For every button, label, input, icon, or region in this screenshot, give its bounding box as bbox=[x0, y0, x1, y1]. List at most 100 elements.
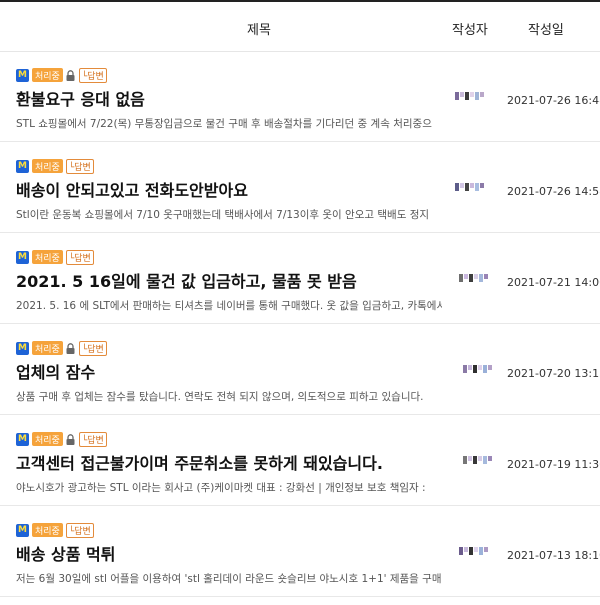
qa-board: 제목 작성자 작성일 M 처리중 └답변 환불요구 응대 없음 STL 쇼핑몰에… bbox=[0, 0, 600, 605]
mosaic-cell bbox=[475, 92, 479, 100]
mosaic-cell bbox=[484, 547, 488, 552]
reply-badge: └답변 bbox=[65, 522, 94, 538]
mosaic-cell bbox=[463, 456, 467, 464]
post-title[interactable]: 고객센터 접근불가이며 주문취소를 못하게 돼있습니다. bbox=[16, 450, 383, 474]
author-mosaic bbox=[455, 183, 487, 191]
author-mosaic bbox=[455, 92, 487, 100]
post-preview: 상품 구매 후 업체는 잠수를 탔습니다. 연락도 전혀 되지 않으며, 의도적… bbox=[16, 391, 424, 403]
mosaic-cell bbox=[488, 456, 492, 461]
post-row[interactable]: M 처리중 └답변 배송 상품 먹튀 저는 6월 30일에 stl 어플을 이용… bbox=[0, 507, 600, 597]
m-badge: M bbox=[16, 250, 29, 264]
mosaic-cell bbox=[469, 274, 473, 282]
mosaic-cell bbox=[479, 274, 483, 282]
mosaic-cell bbox=[469, 547, 473, 555]
m-badge: M bbox=[16, 341, 29, 355]
post-title[interactable]: 업체의 잠수 bbox=[16, 359, 95, 383]
post-date: 2021-07-21 14:06 bbox=[507, 276, 600, 289]
mosaic-cell bbox=[459, 547, 463, 555]
mosaic-cell bbox=[483, 456, 487, 464]
post-row[interactable]: M 처리중 └답변 환불요구 응대 없음 STL 쇼핑몰에서 7/22(목) 무… bbox=[0, 52, 600, 142]
reply-badge: └답변 bbox=[65, 249, 94, 265]
post-preview: Stl이란 운동복 쇼핑몰에서 7/10 옷구매했는데 택배사에서 7/13이후… bbox=[16, 209, 430, 221]
mosaic-cell bbox=[455, 183, 459, 191]
lock-icon bbox=[66, 342, 76, 354]
author-mosaic bbox=[463, 365, 495, 373]
mosaic-cell bbox=[470, 92, 474, 97]
author-avatar bbox=[455, 92, 487, 102]
m-badge: M bbox=[16, 432, 29, 446]
mosaic-cell bbox=[455, 92, 459, 100]
post-date: 2021-07-26 16:48 bbox=[507, 94, 600, 107]
status-badge: 처리중 bbox=[32, 341, 63, 355]
reply-badge: └답변 bbox=[78, 340, 107, 356]
header-date: 작성일 bbox=[528, 23, 564, 38]
post-preview: 저는 6월 30일에 stl 어플을 이용하여 'stl 홀리데이 라운드 숏슬… bbox=[16, 573, 442, 585]
post-badges: M 처리중 └답변 bbox=[16, 158, 94, 174]
post-badges: M 처리중 └답변 bbox=[16, 431, 107, 447]
author-mosaic bbox=[463, 456, 495, 464]
mosaic-cell bbox=[459, 274, 463, 282]
post-title[interactable]: 환불요구 응대 없음 bbox=[16, 86, 145, 110]
mosaic-cell bbox=[470, 183, 474, 188]
author-avatar bbox=[463, 456, 495, 466]
post-preview: STL 쇼핑몰에서 7/22(목) 무통장입금으로 물건 구매 후 배송절차를 … bbox=[16, 118, 432, 130]
lock-icon bbox=[66, 69, 76, 81]
post-badges: M 처리중 └답변 bbox=[16, 340, 107, 356]
mosaic-cell bbox=[473, 456, 477, 464]
status-badge: 처리중 bbox=[32, 68, 63, 82]
post-row[interactable]: M 처리중 └답변 고객센터 접근불가이며 주문취소를 못하게 돼있습니다. 야… bbox=[0, 416, 600, 506]
post-badges: M 처리중 └답변 bbox=[16, 522, 94, 538]
mosaic-cell bbox=[464, 547, 468, 552]
post-date: 2021-07-26 14:58 bbox=[507, 185, 600, 198]
author-avatar bbox=[463, 365, 495, 375]
mosaic-cell bbox=[464, 274, 468, 279]
lock-icon bbox=[66, 433, 76, 445]
m-badge: M bbox=[16, 523, 29, 537]
post-date: 2021-07-19 11:36 bbox=[507, 458, 600, 471]
post-badges: M 처리중 └답변 bbox=[16, 67, 107, 83]
post-row[interactable]: M 처리중 └답변 업체의 잠수 상품 구매 후 업체는 잠수를 탔습니다. 연… bbox=[0, 325, 600, 415]
reply-badge: └답변 bbox=[78, 67, 107, 83]
post-title[interactable]: 배송이 안되고있고 전화도안받아요 bbox=[16, 177, 248, 201]
post-title[interactable]: 배송 상품 먹튀 bbox=[16, 541, 115, 565]
post-row[interactable]: M 처리중 └답변 배송이 안되고있고 전화도안받아요 Stl이란 운동복 쇼핑… bbox=[0, 143, 600, 233]
reply-badge: └답변 bbox=[78, 431, 107, 447]
post-date: 2021-07-13 18:10 bbox=[507, 549, 600, 562]
author-avatar bbox=[459, 547, 491, 557]
mosaic-cell bbox=[465, 183, 469, 191]
post-date: 2021-07-20 13:15 bbox=[507, 367, 600, 380]
status-badge: 처리중 bbox=[32, 523, 63, 537]
author-avatar bbox=[459, 274, 491, 284]
author-mosaic bbox=[459, 274, 491, 282]
mosaic-cell bbox=[468, 365, 472, 370]
mosaic-cell bbox=[460, 92, 464, 97]
m-badge: M bbox=[16, 159, 29, 173]
m-badge: M bbox=[16, 68, 29, 82]
mosaic-cell bbox=[468, 456, 472, 461]
author-avatar bbox=[455, 183, 487, 193]
mosaic-cell bbox=[484, 274, 488, 279]
mosaic-cell bbox=[474, 274, 478, 279]
mosaic-cell bbox=[480, 92, 484, 97]
reply-badge: └답변 bbox=[65, 158, 94, 174]
post-row[interactable]: M 처리중 └답변 2021. 5 16일에 물건 값 입금하고, 물품 못 받… bbox=[0, 234, 600, 324]
header-author: 작성자 bbox=[452, 23, 488, 38]
status-badge: 처리중 bbox=[32, 432, 63, 446]
post-preview: 2021. 5. 16 에 SLT에서 판매하는 티셔츠를 네이버를 통해 구매… bbox=[16, 300, 442, 312]
mosaic-cell bbox=[465, 92, 469, 100]
mosaic-cell bbox=[478, 365, 482, 370]
mosaic-cell bbox=[479, 547, 483, 555]
author-mosaic bbox=[459, 547, 491, 555]
mosaic-cell bbox=[475, 183, 479, 191]
mosaic-cell bbox=[463, 365, 467, 373]
mosaic-cell bbox=[473, 365, 477, 373]
status-badge: 처리중 bbox=[32, 159, 63, 173]
mosaic-cell bbox=[478, 456, 482, 461]
post-preview: 야노시호가 광고하는 STL 이라는 회사고 (주)케이마켓 대표 : 강화선 … bbox=[16, 482, 426, 494]
mosaic-cell bbox=[488, 365, 492, 370]
status-badge: 처리중 bbox=[32, 250, 63, 264]
mosaic-cell bbox=[474, 547, 478, 552]
mosaic-cell bbox=[460, 183, 464, 188]
board-header: 제목 작성자 작성일 bbox=[0, 0, 600, 52]
post-title[interactable]: 2021. 5 16일에 물건 값 입금하고, 물품 못 받음 bbox=[16, 268, 357, 292]
